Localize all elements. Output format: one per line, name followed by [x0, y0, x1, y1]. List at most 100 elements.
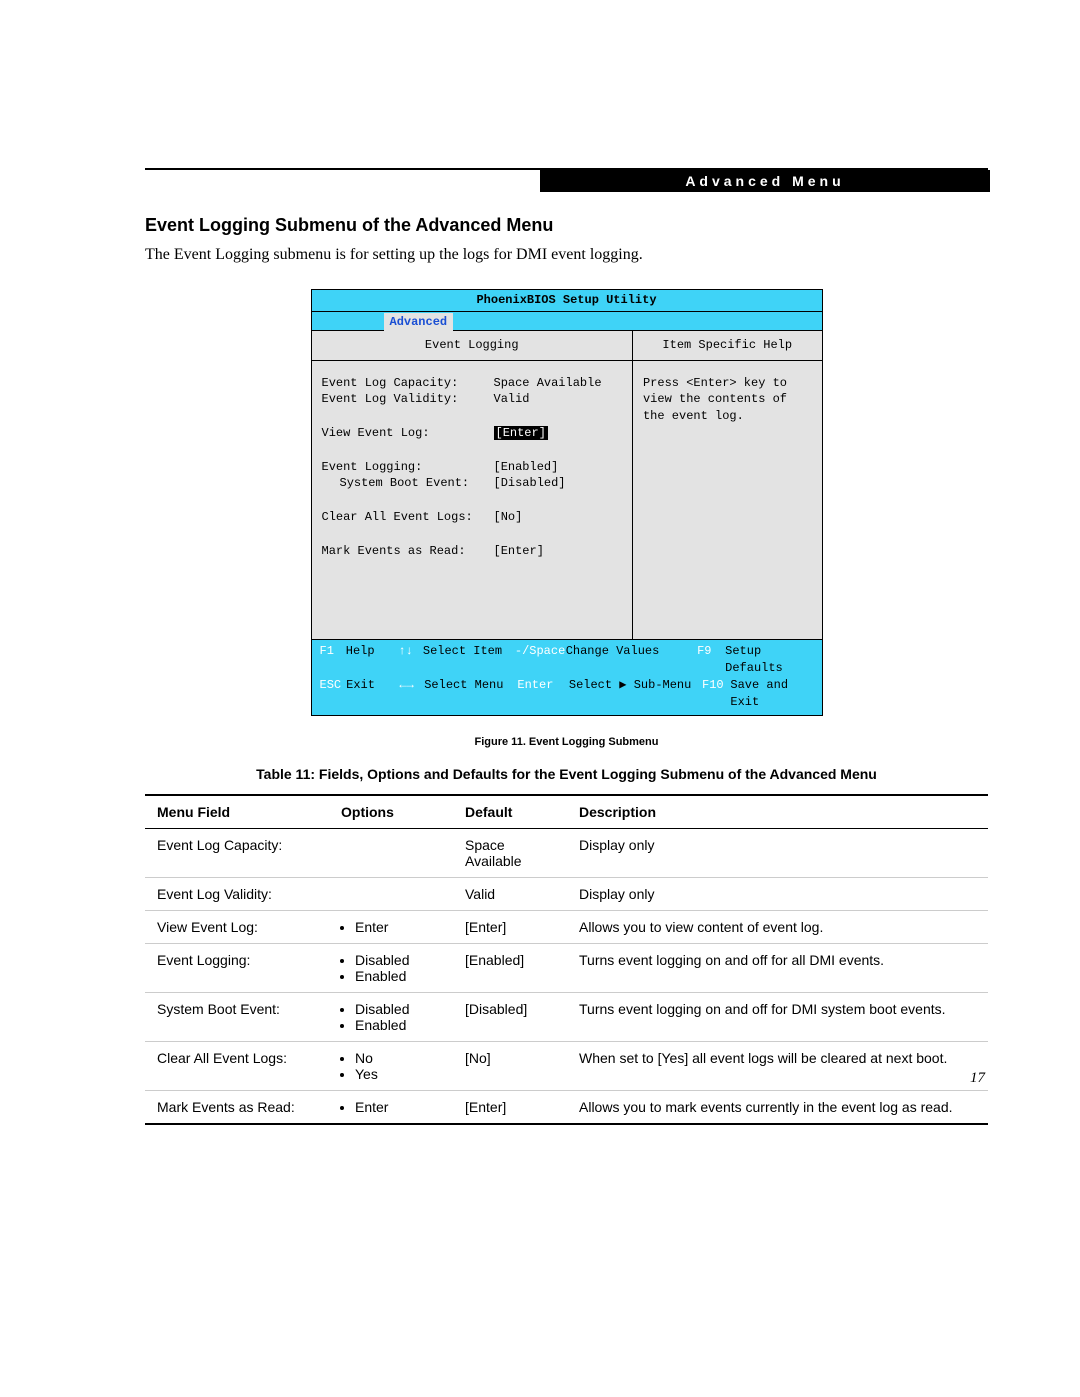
key-desc: Save and Exit — [730, 677, 813, 711]
bios-tab-advanced: Advanced — [384, 313, 454, 332]
page-number: 17 — [970, 1070, 985, 1087]
option-item: No — [355, 1050, 441, 1066]
table-row: View Event Log:Enter[Enter]Allows you to… — [145, 910, 988, 943]
bios-row-label — [322, 526, 494, 543]
td-menu: Event Log Capacity: — [145, 828, 329, 877]
bios-row-value: [Disabled] — [494, 475, 566, 492]
td-options — [329, 877, 453, 910]
bios-row — [322, 492, 622, 509]
fields-table: Menu Field Options Default Description E… — [145, 794, 988, 1125]
td-description: When set to [Yes] all event logs will be… — [567, 1041, 988, 1090]
bios-row: System Boot Event:[Disabled] — [322, 475, 622, 492]
td-default: [No] — [453, 1041, 567, 1090]
table-row: Event Logging:DisabledEnabled[Enabled]Tu… — [145, 943, 988, 992]
bios-row: View Event Log:[Enter] — [322, 425, 622, 442]
td-menu: System Boot Event: — [145, 992, 329, 1041]
td-options: DisabledEnabled — [329, 943, 453, 992]
bios-row-label — [322, 442, 494, 459]
option-item: Enter — [355, 1099, 441, 1115]
table-row: System Boot Event: DisabledEnabled [Disabl… — [145, 992, 988, 1041]
bios-title: PhoenixBIOS Setup Utility — [312, 290, 822, 312]
key-desc: Setup Defaults — [725, 643, 813, 677]
bios-row-value: [Enabled] — [494, 459, 559, 476]
bios-left-title: Event Logging — [312, 331, 632, 361]
table-row: Event Log Validity: ValidDisplay only — [145, 877, 988, 910]
td-description: Turns event logging on and off for DMI s… — [567, 992, 988, 1041]
bios-tab-bar: Advanced — [312, 312, 822, 331]
bios-row: Event Logging:[Enabled] — [322, 459, 622, 476]
bios-footer: F1 Help ↑↓ Select Item -/Space Change Va… — [312, 640, 822, 714]
td-options: Enter — [329, 1090, 453, 1124]
td-menu: Clear All Event Logs: — [145, 1041, 329, 1090]
key-label: ESC — [320, 677, 347, 711]
td-default: [Enter] — [453, 1090, 567, 1124]
key-desc: Select Item — [423, 643, 515, 677]
option-item: Enabled — [355, 968, 441, 984]
bios-row-value: Valid — [494, 391, 530, 408]
td-menu: View Event Log: — [145, 910, 329, 943]
bios-left-panel: Event Logging Event Log Capacity:Space A… — [312, 331, 633, 640]
key-desc: Select ▶ Sub-Menu — [569, 677, 702, 711]
bios-row — [322, 526, 622, 543]
key-label: Enter — [517, 677, 568, 711]
td-default: Valid — [453, 877, 567, 910]
key-label: ↑↓ — [398, 643, 423, 677]
td-default: [Enabled] — [453, 943, 567, 992]
td-description: Allows you to view content of event log. — [567, 910, 988, 943]
bios-row-label: Event Log Validity: — [322, 391, 494, 408]
bios-row — [322, 408, 622, 425]
table-row: Clear All Event Logs:NoYes[No]When set t… — [145, 1041, 988, 1090]
td-default: [Disabled] — [453, 992, 567, 1041]
option-item: Disabled — [355, 1001, 441, 1017]
td-options: Enter — [329, 910, 453, 943]
bios-row-value — [494, 526, 501, 543]
key-desc: Change Values — [566, 643, 697, 677]
bios-row-label — [322, 408, 494, 425]
table-row: Mark Events as Read: Enter [Enter]Allows y… — [145, 1090, 988, 1124]
bios-row: Mark Events as Read:[Enter] — [322, 543, 622, 560]
bios-row-value: [No] — [494, 509, 523, 526]
td-menu: Mark Events as Read: — [145, 1090, 329, 1124]
option-item: Disabled — [355, 952, 441, 968]
table-row: Event Log Capacity:Space AvailableDispla… — [145, 828, 988, 877]
key-label: -/Space — [515, 643, 566, 677]
bios-row-value: [Enter] — [494, 543, 544, 560]
option-item: Enabled — [355, 1017, 441, 1033]
bios-help-text: Press <Enter> key to view the contents o… — [633, 361, 822, 439]
td-description: Allows you to mark events currently in t… — [567, 1090, 988, 1124]
bios-row-label: System Boot Event: — [322, 475, 494, 492]
bios-row-value — [494, 492, 501, 509]
bios-row-label: View Event Log: — [322, 425, 494, 442]
bios-help-title: Item Specific Help — [633, 331, 822, 361]
bios-row — [322, 442, 622, 459]
th-description: Description — [567, 795, 988, 829]
key-label: ←→ — [399, 677, 424, 711]
td-options: NoYes — [329, 1041, 453, 1090]
th-default: Default — [453, 795, 567, 829]
th-options: Options — [329, 795, 453, 829]
bios-row-label: Clear All Event Logs: — [322, 509, 494, 526]
td-menu: Event Log Validity: — [145, 877, 329, 910]
td-description: Display only — [567, 877, 988, 910]
section-heading: Event Logging Submenu of the Advanced Me… — [145, 215, 988, 236]
bios-row: Event Log Validity:Valid — [322, 391, 622, 408]
bios-row-value: Space Available — [494, 375, 602, 392]
td-menu: Event Logging: — [145, 943, 329, 992]
td-options — [329, 828, 453, 877]
key-desc: Help — [346, 643, 399, 677]
td-description: Turns event logging on and off for all D… — [567, 943, 988, 992]
bios-row-label: Event Log Capacity: — [322, 375, 494, 392]
key-label: F9 — [697, 643, 725, 677]
option-item: Yes — [355, 1066, 441, 1082]
section-badge: Advanced Menu — [540, 170, 990, 192]
td-default: Space Available — [453, 828, 567, 877]
td-default: [Enter] — [453, 910, 567, 943]
table-caption: Table 11: Fields, Options and Defaults f… — [145, 766, 988, 782]
key-label: F1 — [320, 643, 346, 677]
bios-row-label — [322, 492, 494, 509]
key-desc: Exit — [346, 677, 399, 711]
bios-screenshot: PhoenixBIOS Setup Utility Advanced Event… — [311, 289, 823, 716]
bios-row-label: Mark Events as Read: — [322, 543, 494, 560]
th-menu: Menu Field — [145, 795, 329, 829]
bios-help-panel: Item Specific Help Press <Enter> key to … — [633, 331, 822, 640]
